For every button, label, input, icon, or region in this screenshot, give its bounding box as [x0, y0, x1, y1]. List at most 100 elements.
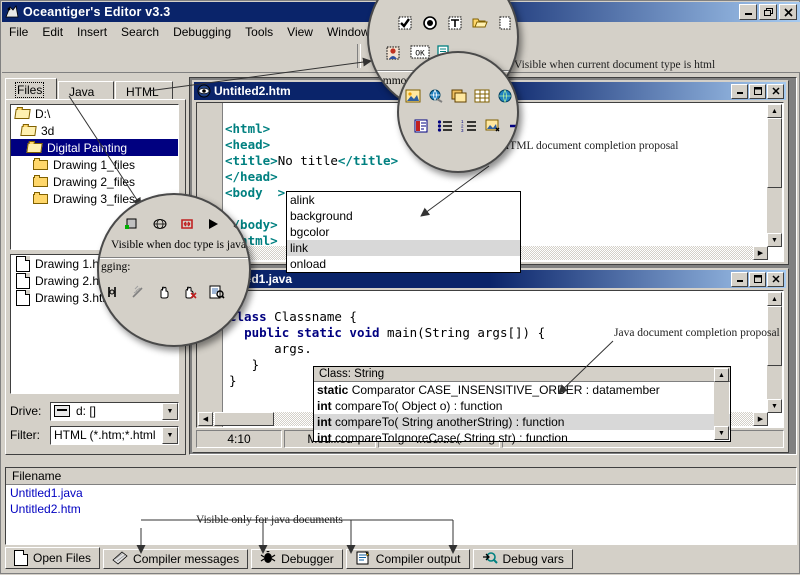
bug-icon	[260, 549, 276, 567]
scroll-right-button[interactable]: ▶	[753, 246, 768, 260]
tab-open-files[interactable]: Open Files	[5, 547, 101, 569]
html-window-controls	[731, 83, 784, 99]
tab-debug-vars[interactable]: Debug vars	[472, 549, 573, 569]
html-completion-popup[interactable]: alink background bgcolor link onload	[286, 191, 521, 273]
tab-html[interactable]: HTML	[115, 81, 173, 101]
tab-compiler-messages-label: Compiler messages	[133, 552, 240, 566]
file-open-icon[interactable]	[472, 15, 488, 31]
completion-item[interactable]: alink	[287, 192, 520, 208]
form-icon[interactable]	[413, 119, 429, 135]
radio-icon[interactable]	[422, 15, 438, 31]
maximize-button[interactable]	[749, 271, 766, 287]
completion-item[interactable]: int compareTo( Object o) : function	[314, 398, 730, 414]
close-button[interactable]	[767, 83, 784, 99]
java-window-controls	[731, 271, 784, 287]
open-file-row[interactable]: Untitled2.htm	[6, 501, 796, 517]
java-completion-popup[interactable]: Class: String static Comparator CASE_INS…	[313, 366, 731, 445]
tree-item-digital-painting[interactable]: Digital Painting	[11, 139, 178, 156]
tab-compiler-messages[interactable]: Compiler messages	[103, 549, 249, 569]
scrollbar-thumb[interactable]	[767, 118, 782, 188]
bullet-list-icon[interactable]	[437, 119, 453, 135]
open-files-grid[interactable]: Filename Untitled1.java Untitled2.htm	[5, 467, 797, 545]
completion-modifier: int	[317, 415, 332, 429]
menu-item-debugging[interactable]: Debugging	[166, 23, 238, 41]
step-icon[interactable]	[105, 285, 121, 301]
completion-item-selected[interactable]: link	[287, 240, 520, 256]
menu-item-insert[interactable]: Insert	[70, 23, 114, 41]
filename-column-header[interactable]: Filename	[6, 468, 796, 485]
run-jar-icon[interactable]	[152, 217, 168, 233]
filter-combo[interactable]: HTML (*.htm;*.html ▼	[50, 425, 179, 445]
menu-item-search[interactable]: Search	[114, 23, 166, 41]
folder-open-icon	[26, 141, 43, 154]
completion-modifier: static	[317, 383, 349, 397]
java-debug-toolbar-row	[105, 285, 225, 301]
html-vertical-scrollbar[interactable]: ▲ ▼	[767, 104, 782, 247]
scroll-down-button[interactable]: ▼	[767, 233, 782, 247]
completion-item[interactable]: bgcolor	[287, 224, 520, 240]
menu-item-file[interactable]: File	[2, 23, 35, 41]
table-icon[interactable]	[474, 89, 490, 105]
restore-button[interactable]	[759, 4, 777, 20]
html-common-toolbar-magnifier: A 123	[397, 51, 519, 173]
ok-button-icon[interactable]: OK	[410, 45, 430, 61]
tree-item-root[interactable]: D:\	[11, 105, 178, 122]
minimize-button[interactable]	[731, 271, 748, 287]
image-icon[interactable]	[405, 89, 421, 105]
checkbox-icon[interactable]	[397, 15, 413, 31]
tab-files[interactable]: Files	[5, 78, 57, 101]
hand-stop-icon[interactable]	[183, 285, 199, 301]
tab-compiler-output[interactable]: Compiler output	[345, 549, 470, 569]
chevron-down-icon[interactable]: ▼	[162, 402, 178, 420]
tab-debugger-label: Debugger	[281, 552, 334, 566]
hand-icon[interactable]	[157, 285, 173, 301]
image-insert-icon[interactable]	[485, 119, 501, 135]
completion-scrollbar[interactable]: ▲ ▼	[714, 368, 729, 440]
compile-icon[interactable]	[125, 217, 141, 233]
scroll-up-button[interactable]: ▲	[767, 104, 782, 118]
scroll-down-button[interactable]: ▼	[767, 399, 782, 413]
minimize-button[interactable]	[731, 83, 748, 99]
drive-combo[interactable]: d: [] ▼	[50, 401, 179, 421]
extra-icon[interactable]	[497, 15, 513, 31]
scroll-right-button[interactable]: ▶	[753, 412, 768, 426]
maximize-button[interactable]	[749, 83, 766, 99]
menu-item-tools[interactable]: Tools	[238, 23, 280, 41]
tree-item-drawing1-files[interactable]: Drawing 1_files	[11, 156, 178, 173]
chevron-down-icon[interactable]: ▼	[162, 426, 178, 444]
link-globe-icon[interactable]	[428, 89, 444, 105]
breakpoint-icon[interactable]	[131, 285, 147, 301]
java-vertical-scrollbar[interactable]: ▲ ▼	[767, 292, 782, 413]
scrollbar-thumb[interactable]	[214, 412, 274, 426]
completion-item[interactable]: background	[287, 208, 520, 224]
compiler-icon[interactable]	[233, 217, 249, 233]
scroll-up-button[interactable]: ▲	[767, 292, 782, 306]
watch-icon[interactable]	[209, 285, 225, 301]
tab-java[interactable]: Java	[58, 81, 114, 101]
menu-item-edit[interactable]: Edit	[35, 23, 70, 41]
open-file-row[interactable]: Untitled1.java	[6, 485, 796, 501]
scroll-up-button[interactable]: ▲	[714, 368, 729, 382]
text-field-icon[interactable]	[447, 15, 463, 31]
tab-debugger[interactable]: Debugger	[251, 549, 343, 569]
layers-icon[interactable]	[451, 89, 467, 105]
scroll-down-button[interactable]: ▼	[714, 426, 729, 440]
completion-item[interactable]: int compareToIgnoreCase( String str) : f…	[314, 430, 730, 446]
completion-item[interactable]: static Comparator CASE_INSENSITIVE_ORDER…	[314, 382, 730, 398]
refresh-icon[interactable]	[179, 217, 195, 233]
number-list-icon[interactable]: 123	[461, 119, 477, 135]
minimize-button[interactable]	[739, 4, 757, 20]
document-icon	[14, 550, 28, 566]
run-icon[interactable]	[206, 217, 222, 233]
internet-icon[interactable]	[497, 89, 513, 105]
tree-item-drawing2-files[interactable]: Drawing 2_files	[11, 173, 178, 190]
menu-item-view[interactable]: View	[280, 23, 320, 41]
person-icon[interactable]	[385, 45, 401, 61]
close-button[interactable]	[767, 271, 784, 287]
completion-item[interactable]: onload	[287, 256, 520, 272]
tree-item-3d[interactable]: 3d	[11, 122, 178, 139]
svg-text:3: 3	[461, 128, 464, 133]
completion-item-selected[interactable]: int compareTo( String anotherString) : f…	[314, 414, 730, 430]
scroll-left-button[interactable]: ◀	[198, 412, 213, 426]
close-button[interactable]	[779, 4, 797, 20]
